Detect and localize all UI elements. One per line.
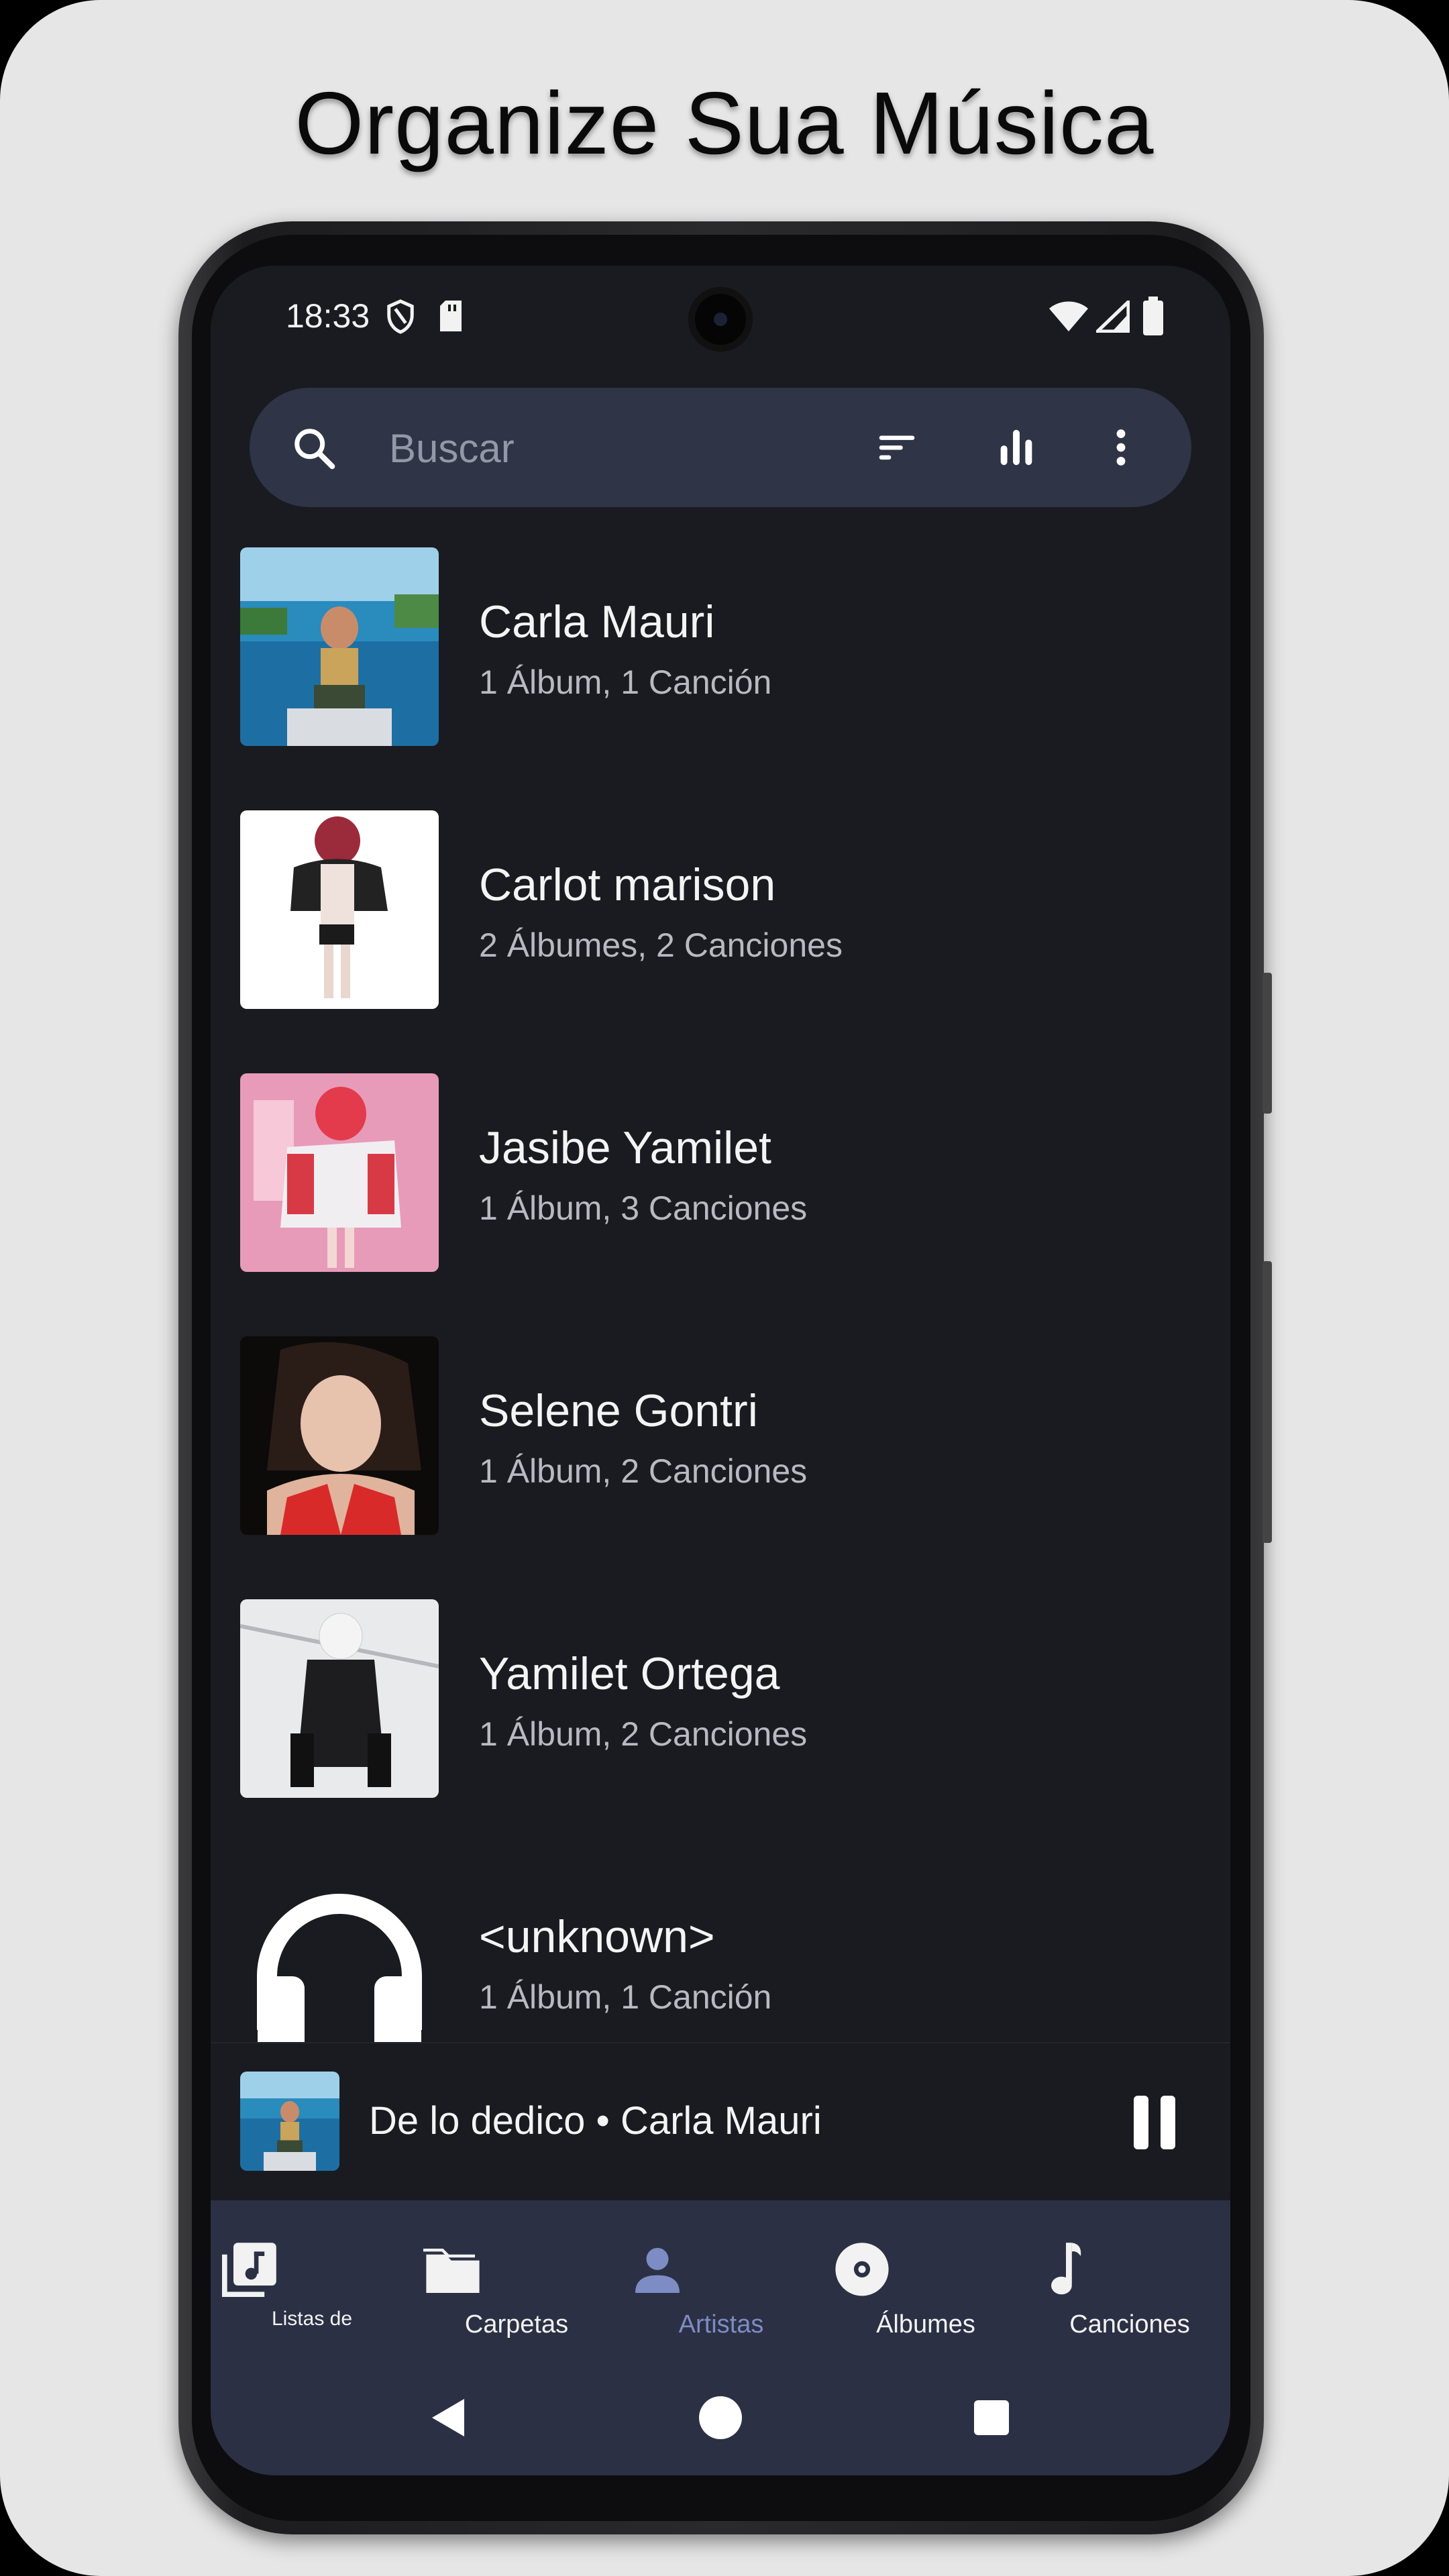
nav-label: Listas de <box>271 2308 353 2330</box>
system-navigation <box>211 2359 1230 2475</box>
sort-icon[interactable] <box>873 424 920 471</box>
app-screen: 18:33 Buscar Carla Mauri 1 Álbum, 1 Canc… <box>211 266 1230 2475</box>
nav-tab-artists[interactable]: Artistas <box>621 2200 822 2359</box>
nav-label: Artistas <box>678 2310 764 2339</box>
artist-name: <unknown> <box>479 1911 715 1962</box>
recents-icon[interactable] <box>967 2394 1016 2442</box>
headphones-icon <box>240 1862 439 2061</box>
volume-button <box>1263 1261 1272 1543</box>
list-item[interactable]: Carla Mauri 1 Álbum, 1 Canción <box>211 547 1230 810</box>
mini-player[interactable]: De lo dedico • Carla Mauri <box>211 2042 1230 2202</box>
list-item[interactable]: Jasibe Yamilet 1 Álbum, 3 Canciones <box>211 1073 1230 1336</box>
home-icon[interactable] <box>696 2394 745 2442</box>
back-icon[interactable] <box>424 2394 472 2442</box>
artist-name: Carla Mauri <box>479 596 715 647</box>
artist-thumbnail <box>240 810 439 1009</box>
promo-canvas: Organize Sua Música 18:33 Buscar Carla M… <box>0 0 1449 2576</box>
list-item[interactable]: Yamilet Ortega 1 Álbum, 2 Canciones <box>211 1599 1230 1862</box>
nav-label: Carpetas <box>464 2310 569 2339</box>
now-playing-artwork <box>240 2072 339 2171</box>
music-note-icon <box>1051 2243 1081 2295</box>
nav-tab-playlists[interactable]: Listas de <box>211 2200 413 2359</box>
nav-tab-albums[interactable]: Álbumes <box>825 2200 1026 2359</box>
artist-meta: 2 Álbumes, 2 Canciones <box>479 926 843 964</box>
power-button <box>1263 973 1272 1114</box>
equalizer-icon[interactable] <box>993 424 1040 471</box>
shield-icon <box>387 299 414 334</box>
nav-tab-folders[interactable]: Carpetas <box>416 2200 617 2359</box>
artist-meta: 1 Álbum, 1 Canción <box>479 1978 772 2016</box>
artist-meta: 1 Álbum, 1 Canción <box>479 663 772 701</box>
list-item[interactable]: Selene Gontri 1 Álbum, 2 Canciones <box>211 1336 1230 1599</box>
sd-card-icon <box>440 301 462 331</box>
artist-name: Yamilet Ortega <box>479 1648 780 1699</box>
artist-name: Jasibe Yamilet <box>479 1122 771 1173</box>
list-item[interactable]: Carlot marison 2 Álbumes, 2 Canciones <box>211 810 1230 1073</box>
artist-meta: 1 Álbum, 2 Canciones <box>479 1715 808 1753</box>
bottom-navigation: Listas de Carpetas Artistas Álbumes Canc… <box>211 2200 1230 2359</box>
nav-tab-songs[interactable]: Canciones <box>1029 2200 1230 2359</box>
artist-name: Carlot marison <box>479 859 776 910</box>
signal-icon <box>1096 301 1130 333</box>
more-vert-icon[interactable] <box>1097 424 1144 471</box>
pause-icon[interactable] <box>1131 2094 1178 2151</box>
nav-label: Canciones <box>1069 2310 1190 2339</box>
status-bar: 18:33 <box>211 266 1230 366</box>
artist-thumbnail <box>240 1073 439 1272</box>
album-disc-icon <box>835 2243 889 2296</box>
promo-headline: Organize Sua Música <box>294 74 1155 172</box>
artist-thumbnail <box>240 547 439 746</box>
now-playing-title: De lo dedico • Carla Mauri <box>369 2099 822 2143</box>
nav-label: Álbumes <box>876 2310 975 2339</box>
artist-name: Selene Gontri <box>479 1385 758 1436</box>
artist-meta: 1 Álbum, 2 Canciones <box>479 1452 808 1490</box>
search-input[interactable] <box>388 417 860 479</box>
folder-icon <box>423 2249 480 2293</box>
battery-icon <box>1143 297 1163 335</box>
person-icon <box>635 2247 680 2293</box>
artist-thumbnail <box>240 1336 439 1535</box>
wifi-icon <box>1049 301 1088 331</box>
artist-thumbnail <box>240 1599 439 1798</box>
search-bar[interactable] <box>250 388 1191 507</box>
status-time: 18:33 <box>286 297 370 335</box>
artist-meta: 1 Álbum, 3 Canciones <box>479 1189 808 1227</box>
search-icon[interactable] <box>291 425 338 472</box>
playlist-icon <box>221 2243 276 2298</box>
front-camera <box>688 287 753 352</box>
